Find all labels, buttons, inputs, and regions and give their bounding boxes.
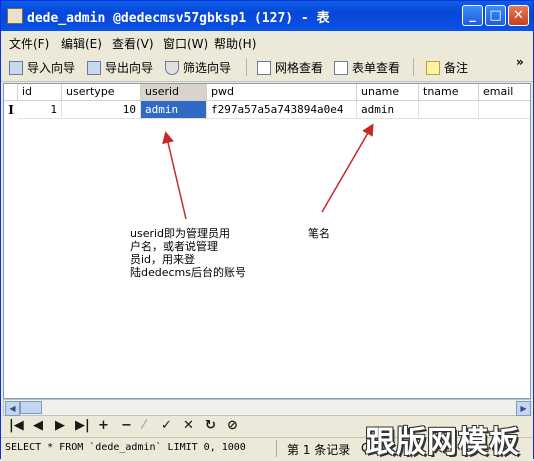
apply-icon[interactable]: ✓ xyxy=(161,418,172,433)
last-record-icon[interactable]: ▶| xyxy=(75,418,90,433)
horizontal-scrollbar[interactable]: ◀ ▶ xyxy=(3,399,531,416)
scroll-right-icon[interactable]: ▶ xyxy=(516,401,531,416)
table-cell-pwd[interactable]: f297a57a5a743894a0e4 xyxy=(207,101,357,119)
add-record-icon[interactable]: + xyxy=(98,418,109,433)
grid-view-button[interactable]: 网格查看 xyxy=(257,59,323,76)
menu-file[interactable]: 文件(F) xyxy=(9,35,49,52)
userid-annotation: userid即为管理员用 户名，或者说管理 员id，用来登 陆dedecms后台… xyxy=(130,227,246,279)
table-app-icon xyxy=(7,8,23,24)
column-header-userid[interactable]: userid xyxy=(141,84,207,101)
column-header-id[interactable]: id xyxy=(18,84,62,101)
import-icon xyxy=(9,61,23,75)
table-cell-email[interactable] xyxy=(479,101,530,119)
delete-record-icon[interactable]: − xyxy=(121,418,132,433)
site-watermark: 跟版网模板 xyxy=(365,425,520,460)
menu-bar: 文件(F) 编辑(E) 查看(V) 窗口(W) 帮助(H) xyxy=(1,31,533,53)
import-wizard-button[interactable]: 导入向导 xyxy=(9,59,75,76)
uname-annotation: 笔名 xyxy=(308,227,330,240)
title-bar[interactable]: dede_admin @dedecmsv57gbksp1 (127) - 表 _… xyxy=(1,1,533,31)
table-cell-tname[interactable] xyxy=(419,101,479,119)
export-wizard-button[interactable]: 导出向导 xyxy=(87,59,153,76)
minimize-button[interactable]: _ xyxy=(462,5,483,26)
grid-icon xyxy=(257,61,271,75)
edit-record-icon[interactable]: ⁄ xyxy=(143,418,145,433)
table-cell-usertype[interactable]: 10 xyxy=(62,101,141,119)
next-record-icon[interactable]: ▶ xyxy=(55,418,65,433)
table-cell-uname[interactable]: admin xyxy=(357,101,419,119)
menu-window[interactable]: 窗口(W) xyxy=(163,35,208,52)
maximize-button[interactable]: □ xyxy=(485,5,506,26)
column-header-usertype[interactable]: usertype xyxy=(62,84,141,101)
menu-edit[interactable]: 编辑(E) xyxy=(61,35,102,52)
menu-view[interactable]: 查看(V) xyxy=(112,35,154,52)
toolbar-separator xyxy=(246,58,247,76)
toolbar-overflow-icon[interactable]: » xyxy=(516,55,524,69)
column-header-email[interactable]: email xyxy=(479,84,530,101)
memo-button[interactable]: 备注 xyxy=(426,59,468,76)
cancel-icon[interactable]: ✕ xyxy=(183,418,194,433)
table-cell-userid[interactable]: admin xyxy=(141,101,207,119)
refresh-icon[interactable]: ↻ xyxy=(205,418,216,433)
form-icon xyxy=(334,61,348,75)
grid-corner xyxy=(4,84,18,101)
export-icon xyxy=(87,61,101,75)
column-header-pwd[interactable]: pwd xyxy=(207,84,357,101)
window-title: dede_admin @dedecmsv57gbksp1 (127) - 表 xyxy=(27,11,330,26)
table-cell-id[interactable]: 1 xyxy=(18,101,62,119)
stop-icon[interactable]: ⊘ xyxy=(227,418,238,433)
column-header-uname[interactable]: uname xyxy=(357,84,419,101)
column-header-tname[interactable]: tname xyxy=(419,84,479,101)
scroll-left-icon[interactable]: ◀ xyxy=(5,401,20,416)
filter-wizard-button[interactable]: 筛选向导 xyxy=(165,59,231,76)
form-view-button[interactable]: 表单查看 xyxy=(334,59,400,76)
status-separator xyxy=(276,440,277,457)
close-button[interactable]: ✕ xyxy=(508,5,529,26)
app-window: dede_admin @dedecmsv57gbksp1 (127) - 表 _… xyxy=(0,0,534,460)
userid-arrow xyxy=(162,131,187,220)
record-position: 第 1 条记录 xyxy=(287,443,351,457)
data-grid[interactable]: id usertype userid pwd uname tname email… xyxy=(3,83,531,399)
uname-arrow xyxy=(321,123,374,213)
annotation-arrows xyxy=(162,123,374,220)
filter-icon xyxy=(165,61,179,75)
menu-help[interactable]: 帮助(H) xyxy=(214,35,256,52)
first-record-icon[interactable]: |◀ xyxy=(9,418,24,433)
scrollbar-thumb[interactable] xyxy=(20,401,42,414)
toolbar-separator xyxy=(413,58,414,76)
prev-record-icon[interactable]: ◀ xyxy=(33,418,43,433)
row-indicator: I xyxy=(8,103,14,117)
sql-query-text: SELECT * FROM `dede_admin` LIMIT 0, 1000 xyxy=(5,442,246,453)
memo-icon xyxy=(426,61,440,75)
toolbar: 导入向导 导出向导 筛选向导 网格查看 表单查看 备注 » xyxy=(1,53,533,82)
